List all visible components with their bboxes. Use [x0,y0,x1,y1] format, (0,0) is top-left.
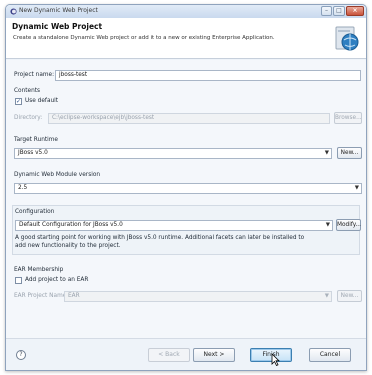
ear-membership-label: EAR Membership [14,267,64,273]
dropdown-arrow-icon: ▼ [324,293,329,299]
wizard-banner: Dynamic Web Project Create a standalone … [6,18,366,59]
dropdown-arrow-icon: ▼ [324,150,329,156]
title-bar: New Dynamic Web Project – □ × [6,5,366,18]
eclipse-icon [10,8,17,15]
configuration-description-line1: A good starting point for working with J… [15,235,305,241]
target-runtime-select[interactable]: JBoss v5.0 ▼ [14,148,332,159]
project-name-input[interactable]: jboss-test [55,70,361,81]
new-ear-button[interactable]: New... [337,290,362,302]
configuration-group: Configuration Default Configuration for … [12,205,361,255]
module-version-label: Dynamic Web Module version [14,172,101,178]
use-default-label: Use default [25,98,59,104]
close-button[interactable]: × [346,6,364,16]
contents-label: Contents [14,88,41,94]
directory-label: Directory: [14,115,43,121]
dropdown-arrow-icon: ▼ [354,185,359,191]
mouse-cursor-icon [271,353,280,366]
back-button[interactable]: < Back [148,348,190,362]
cancel-button[interactable]: Cancel [309,348,351,362]
web-project-globe-icon [335,26,359,51]
wizard-footer: ? < Back Next > Finish Cancel [6,338,366,370]
dropdown-arrow-icon: ▼ [325,222,330,228]
add-to-ear-checkbox[interactable] [15,277,22,284]
configuration-description-line2: add new functionality to the project. [15,243,121,249]
maximize-button[interactable]: □ [333,6,345,16]
use-default-checkbox[interactable]: ✓ [15,98,22,105]
help-icon[interactable]: ? [16,350,26,360]
new-runtime-button[interactable]: New... [337,147,362,159]
module-version-select[interactable]: 2.5 ▼ [14,183,362,194]
page-description: Create a standalone Dynamic Web project … [13,35,275,41]
ear-project-name-select[interactable]: EAR ▼ [64,291,332,302]
configuration-label: Configuration [15,209,55,215]
target-runtime-value: JBoss v5.0 [18,150,48,156]
module-version-value: 2.5 [18,185,28,191]
directory-input[interactable]: C:\eclipse-workspace\ejb\jboss-test [48,113,330,124]
dialog-window: New Dynamic Web Project – □ × Dynamic We… [5,4,367,371]
target-runtime-label: Target Runtime [14,137,58,143]
modify-button[interactable]: Modify... [336,219,361,231]
browse-button[interactable]: Browse... [334,112,362,124]
configuration-select[interactable]: Default Configuration for JBoss v5.0 ▼ [15,220,333,231]
window-title: New Dynamic Web Project [19,7,98,14]
ear-project-name-value: EAR [68,293,80,299]
configuration-value: Default Configuration for JBoss v5.0 [19,222,123,228]
add-to-ear-label: Add project to an EAR [25,277,89,283]
minimize-button[interactable]: – [321,6,332,16]
page-title: Dynamic Web Project [12,22,103,31]
project-name-label: Project name: [14,72,55,78]
wizard-content: Project name: jboss-test Contents ✓ Use … [6,60,366,338]
next-button[interactable]: Next > [193,348,235,362]
ear-project-name-label: EAR Project Name: [14,293,69,299]
